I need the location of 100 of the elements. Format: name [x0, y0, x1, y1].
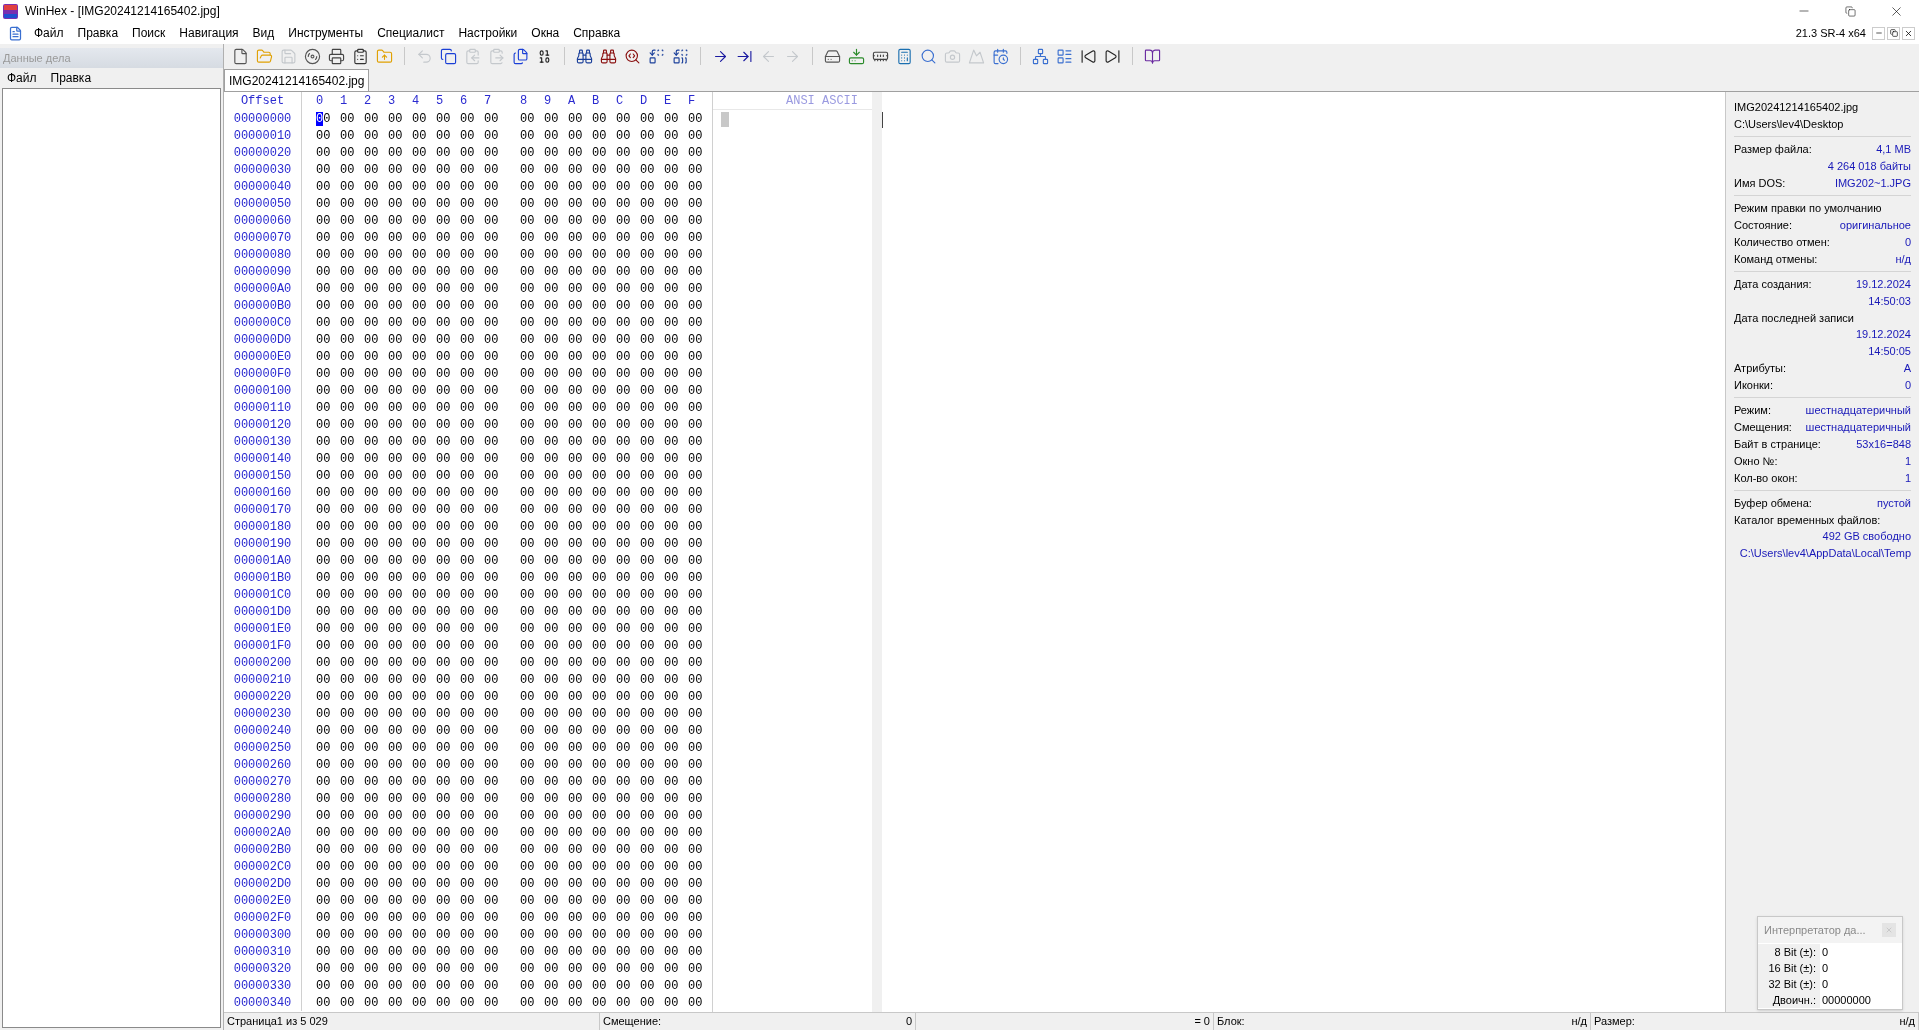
hex-bytes[interactable]: 00 00 00 00 00 00 00 00 00 00 00 00 00 00 00 00: [301, 144, 712, 161]
interpreter-value[interactable]: 00000000: [1820, 992, 1871, 1008]
replace-icon[interactable]: [648, 47, 665, 65]
hex-bytes[interactable]: 00 00 00 00 00 00 00 00 00 00 00 00 00 00 00 00: [301, 603, 712, 620]
hex-bytes[interactable]: 00 00 00 00 00 00 00 00 00 00 00 00 00 00 00 00: [301, 178, 712, 195]
menu-item[interactable]: Правка: [70, 24, 126, 42]
hex-bytes[interactable]: 00 00 00 00 00 00 00 00 00 00 00 00 00 00 00 00: [301, 790, 712, 807]
hex-bytes[interactable]: 00 00 00 00 00 00 00 00 00 00 00 00 00 00 00 00: [301, 875, 712, 892]
file-tab[interactable]: IMG20241214165402.jpg: [224, 69, 370, 91]
hex-bytes[interactable]: 00 00 00 00 00 00 00 00 00 00 00 00 00 00 00 00: [301, 161, 712, 178]
hex-bytes[interactable]: 00 00 00 00 00 00 00 00 00 00 00 00 00 00 00 00: [301, 450, 712, 467]
list-icon[interactable]: [1056, 47, 1073, 65]
binoculars-icon[interactable]: [600, 47, 617, 65]
hex-bytes[interactable]: 00 00 00 00 00 00 00 00 00 00 00 00 00 00 00 00: [301, 943, 712, 960]
scrollbar-track[interactable]: [872, 92, 882, 1012]
menu-item[interactable]: Окна: [524, 24, 567, 42]
hex-bytes[interactable]: 00 00 00 00 00 00 00 00 00 00 00 00 00 00 00 00: [301, 807, 712, 824]
menu-item[interactable]: Вид: [245, 24, 282, 42]
hex-bytes[interactable]: 00 00 00 00 00 00 00 00 00 00 00 00 00 00 00 00: [301, 535, 712, 552]
restore-icon[interactable]: [1844, 5, 1856, 17]
hex-bytes[interactable]: 00 00 00 00 00 00 00 00 00 00 00 00 00 00 00 00: [301, 892, 712, 909]
disc-icon[interactable]: [304, 47, 321, 65]
menu-item[interactable]: Файл: [0, 69, 44, 87]
copy-icon[interactable]: [440, 47, 457, 65]
hex-bytes[interactable]: 00 00 00 00 00 00 00 00 00 00 00 00 00 00 00 00: [301, 671, 712, 688]
search-icon[interactable]: [920, 47, 937, 65]
hex-bytes[interactable]: 00 00 00 00 00 00 00 00 00 00 00 00 00 00 00 00: [301, 365, 712, 382]
hex-bytes[interactable]: 00 00 00 00 00 00 00 00 00 00 00 00 00 00 00 00: [301, 994, 712, 1011]
hex-bytes[interactable]: 00 00 00 00 00 00 00 00 00 00 00 00 00 00 00 00: [301, 637, 712, 654]
hex-bytes[interactable]: 00 00 00 00 00 00 00 00 00 00 00 00 00 00 00 00: [301, 110, 712, 127]
hex-bytes[interactable]: 00 00 00 00 00 00 00 00 00 00 00 00 00 00 00 00: [301, 195, 712, 212]
replace-icon[interactable]: [672, 47, 689, 65]
hex-bytes[interactable]: 00 00 00 00 00 00 00 00 00 00 00 00 00 00 00 00: [301, 654, 712, 671]
info-label: Каталог временных файлов:: [1734, 513, 1881, 528]
hex-bytes[interactable]: 00 00 00 00 00 00 00 00 00 00 00 00 00 00 00 00: [301, 297, 712, 314]
hex-bytes[interactable]: 00 00 00 00 00 00 00 00 00 00 00 00 00 00 00 00: [301, 501, 712, 518]
menu-item[interactable]: Навигация: [172, 24, 246, 42]
hex-bytes[interactable]: 00 00 00 00 00 00 00 00 00 00 00 00 00 00 00 00: [301, 552, 712, 569]
printer-icon[interactable]: [328, 47, 345, 65]
hex-bytes[interactable]: 00 00 00 00 00 00 00 00 00 00 00 00 00 00 00 00: [301, 926, 712, 943]
hex-bytes[interactable]: 00 00 00 00 00 00 00 00 00 00 00 00 00 00 00 00: [301, 841, 712, 858]
hex-bytes[interactable]: 00 00 00 00 00 00 00 00 00 00 00 00 00 00 00 00: [301, 246, 712, 263]
offset-cell-text: 00000210: [232, 671, 293, 689]
hard-drive-icon[interactable]: [848, 47, 865, 65]
hex-bytes[interactable]: 00 00 00 00 00 00 00 00 00 00 00 00 00 00 00 00: [301, 977, 712, 994]
menu-item[interactable]: Настройки: [451, 24, 525, 42]
offset-cell-text: 00000230: [232, 705, 293, 723]
skip-forward-icon[interactable]: [1104, 47, 1121, 65]
menu-item[interactable]: Инструменты: [281, 24, 371, 42]
hex-bytes[interactable]: 00 00 00 00 00 00 00 00 00 00 00 00 00 00 00 00: [301, 960, 712, 977]
document-icon[interactable]: [8, 25, 23, 41]
info-label: Количество отмен:: [1734, 235, 1830, 250]
hex-bytes[interactable]: 00 00 00 00 00 00 00 00 00 00 00 00 00 00 00 00: [301, 484, 712, 501]
interpreter-value[interactable]: 0: [1820, 976, 1829, 992]
info-label: Дата создания:: [1734, 277, 1812, 292]
hex-bytes[interactable]: 00 00 00 00 00 00 00 00 00 00 00 00 00 00 00 00: [301, 739, 712, 756]
hex-bytes[interactable]: 00 00 00 00 00 00 00 00 00 00 00 00 00 00 00 00: [301, 382, 712, 399]
hex-bytes[interactable]: 00 00 00 00 00 00 00 00 00 00 00 00 00 00 00 00: [301, 773, 712, 790]
new-file-icon[interactable]: [232, 47, 249, 65]
files-icon[interactable]: [512, 47, 529, 65]
calendar-icon[interactable]: [992, 47, 1009, 65]
hex-bytes[interactable]: 00 00 00 00 00 00 00 00 00 00 00 00 00 00 00 00: [301, 212, 712, 229]
menu-item[interactable]: Специалист: [370, 24, 452, 42]
hex-bytes[interactable]: 00 00 00 00 00 00 00 00 00 00 00 00 00 00 00 00: [301, 127, 712, 144]
hex-bytes[interactable]: 00 00 00 00 00 00 00 00 00 00 00 00 00 00 00 00: [301, 399, 712, 416]
hex-bytes[interactable]: 00 00 00 00 00 00 00 00 00 00 00 00 00 00 00 00: [301, 467, 712, 484]
hex-bytes[interactable]: 00 00 00 00 00 00 00 00 00 00 00 00 00 00 00 00: [301, 569, 712, 586]
hex-bytes[interactable]: 00 00 00 00 00 00 00 00 00 00 00 00 00 00 00 00: [301, 909, 712, 926]
hex-bytes[interactable]: 00 00 00 00 00 00 00 00 00 00 00 00 00 00 00 00: [301, 688, 712, 705]
hex-bytes[interactable]: 00 00 00 00 00 00 00 00 00 00 00 00 00 00 00 00: [301, 756, 712, 773]
book-icon[interactable]: [1144, 47, 1161, 65]
binoculars-icon[interactable]: [576, 47, 593, 65]
offset-cell-text: 00000100: [232, 382, 293, 400]
calculator-icon[interactable]: [896, 47, 913, 65]
hex-bytes[interactable]: 00 00 00 00 00 00 00 00 00 00 00 00 00 00 00 00: [301, 518, 712, 535]
interpreter-value[interactable]: 0: [1820, 960, 1829, 976]
menu-item[interactable]: Справка: [566, 24, 628, 42]
network-icon[interactable]: [1032, 47, 1049, 65]
clipboard-icon[interactable]: [352, 47, 369, 65]
hex-bytes[interactable]: 00 00 00 00 00 00 00 00 00 00 00 00 00 00 00 00: [301, 824, 712, 841]
hex-bytes[interactable]: 00 00 00 00 00 00 00 00 00 00 00 00 00 00 00 00: [301, 229, 712, 246]
hex-bytes[interactable]: 00 00 00 00 00 00 00 00 00 00 00 00 00 00 00 00: [301, 331, 712, 348]
hex-bytes[interactable]: 00 00 00 00 00 00 00 00 00 00 00 00 00 00 00 00: [301, 280, 712, 297]
hex-bytes[interactable]: 00 00 00 00 00 00 00 00 00 00 00 00 00 00 00 00: [301, 722, 712, 739]
interpreter-value[interactable]: 0: [1820, 944, 1829, 960]
hex-bytes[interactable]: 00 00 00 00 00 00 00 00 00 00 00 00 00 00 00 00: [301, 705, 712, 722]
hex-bytes[interactable]: 00 00 00 00 00 00 00 00 00 00 00 00 00 00 00 00: [301, 416, 712, 433]
hard-drive-icon[interactable]: [824, 47, 841, 65]
hex-bytes[interactable]: 00 00 00 00 00 00 00 00 00 00 00 00 00 00 00 00: [301, 348, 712, 365]
menu-item[interactable]: Поиск: [125, 24, 173, 42]
search-code-icon[interactable]: [624, 47, 641, 65]
hex-bytes[interactable]: 00 00 00 00 00 00 00 00 00 00 00 00 00 00 00 00: [301, 620, 712, 637]
hex-bytes[interactable]: 00 00 00 00 00 00 00 00 00 00 00 00 00 00 00 00: [301, 586, 712, 603]
hex-bytes[interactable]: 00 00 00 00 00 00 00 00 00 00 00 00 00 00 00 00: [301, 314, 712, 331]
menu-item[interactable]: Файл: [27, 24, 71, 42]
hex-bytes[interactable]: 00 00 00 00 00 00 00 00 00 00 00 00 00 00 00 00: [301, 433, 712, 450]
skip-back-icon[interactable]: [1080, 47, 1097, 65]
hex-bytes[interactable]: 00 00 00 00 00 00 00 00 00 00 00 00 00 00 00 00: [301, 858, 712, 875]
hex-bytes[interactable]: 00 00 00 00 00 00 00 00 00 00 00 00 00 00 00 00: [301, 263, 712, 280]
menu-item[interactable]: Правка: [43, 69, 99, 87]
